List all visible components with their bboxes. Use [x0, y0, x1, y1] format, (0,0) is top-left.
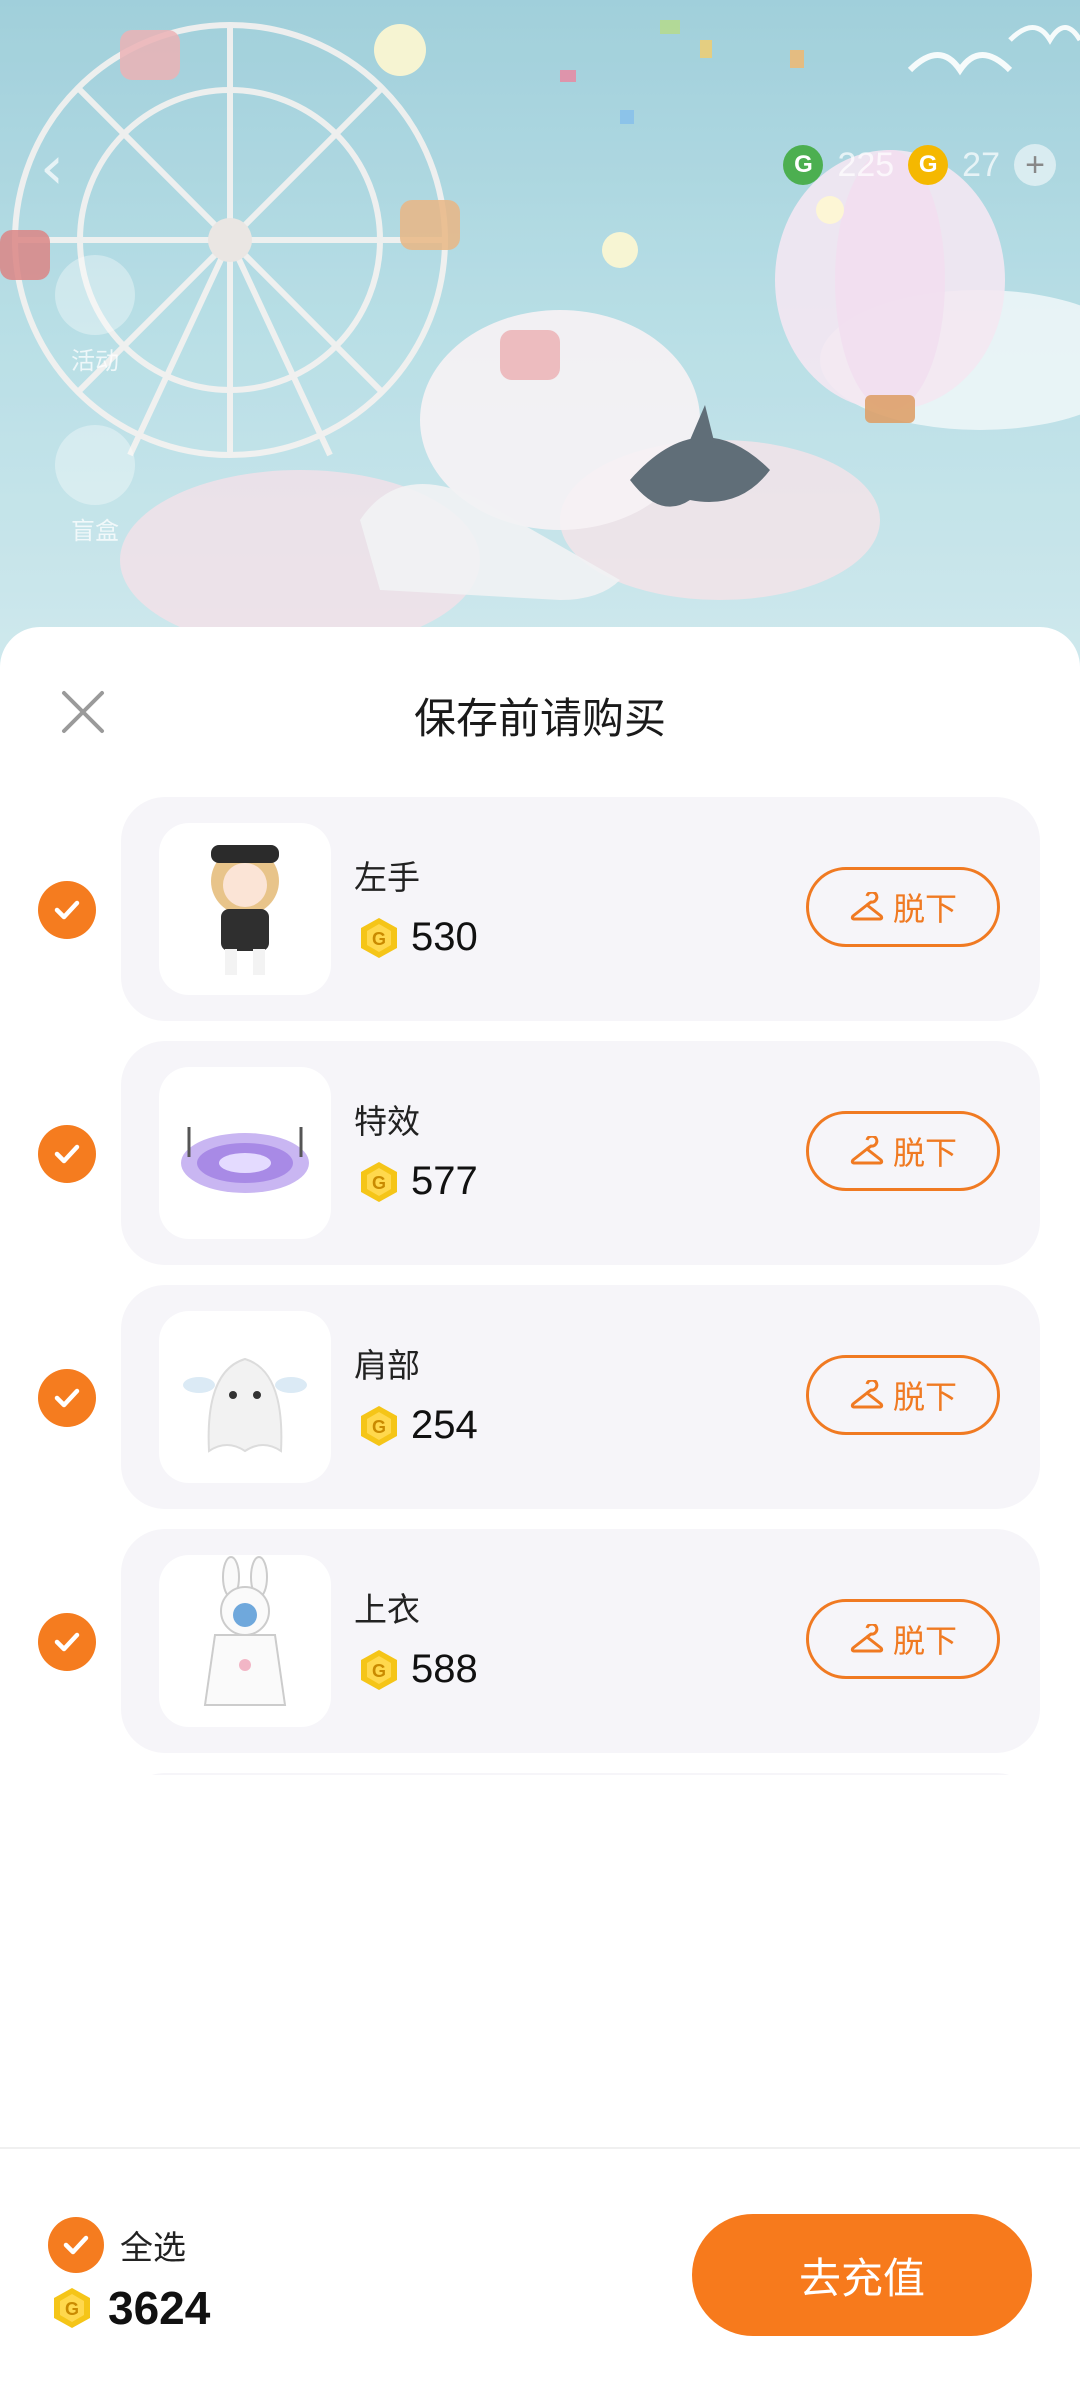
side-menu-blind-box[interactable]: 盲盒 [40, 425, 150, 546]
check-icon [54, 1144, 80, 1164]
take-off-button[interactable]: 脱下 [806, 1111, 1000, 1191]
take-off-label: 脱下 [892, 890, 957, 928]
balloon-icon [55, 255, 135, 335]
game-background: ‹ G 225 G 27 + 活动 盲盒 [0, 0, 1080, 700]
total-price: G 3624 [50, 2281, 210, 2335]
item-price-value: 588 [411, 1647, 478, 1691]
item-card: 鞋子 G 577 脱下 [121, 1773, 1040, 1775]
item-card: 肩部 G 254 脱下 [121, 1285, 1040, 1509]
select-all-checkbox[interactable] [48, 2217, 104, 2273]
recharge-button[interactable]: 去充值 [692, 2214, 1032, 2336]
gift-box-icon [55, 425, 135, 505]
hanger-icon [850, 1136, 884, 1165]
list-item: 上衣 G 588 脱下 [0, 1529, 1080, 1753]
coin-icon: G [54, 2288, 90, 2328]
add-currency-icon[interactable]: + [1014, 144, 1056, 186]
item-name: 特效 [354, 1102, 420, 1141]
coin-icon: G [361, 1161, 397, 1202]
item-thumbnail [159, 1067, 331, 1239]
svg-text:G: G [372, 1173, 386, 1193]
take-off-label: 脱下 [892, 1378, 957, 1416]
item-thumbnail [159, 1555, 331, 1727]
select-all-toggle[interactable]: 全选 [48, 2217, 186, 2273]
item-thumbnail [159, 1311, 331, 1483]
item-thumbnail [159, 823, 331, 995]
item-checkbox[interactable] [38, 881, 96, 939]
check-icon [54, 1632, 80, 1652]
checkout-footer: 全选 G 3624 去充值 [0, 2147, 1080, 2402]
green-currency-amount: 225 [837, 145, 895, 184]
take-off-button[interactable]: 脱下 [806, 1599, 1000, 1679]
hanger-icon [850, 1624, 884, 1653]
hanger-icon [850, 892, 884, 921]
item-checkbox[interactable] [38, 1369, 96, 1427]
coin-icon: G [361, 1649, 397, 1690]
item-card: 左手 G 530 脱下 [121, 797, 1040, 1021]
back-icon[interactable]: ‹ [40, 138, 90, 198]
sheet-title: 保存前请购买 [413, 694, 666, 743]
dim-overlay [0, 0, 1080, 700]
svg-text:G: G [65, 2299, 79, 2319]
item-price: G 254 [357, 1403, 478, 1448]
gold-currency-icon: G [908, 145, 949, 185]
item-card: 特效 G 577 脱下 [121, 1041, 1040, 1265]
select-all-label: 全选 [120, 2228, 186, 2267]
list-item: 鞋子 G 577 脱下 [0, 1773, 1080, 1775]
item-card: 上衣 G 588 脱下 [121, 1529, 1040, 1753]
purchase-sheet: 保存前请购买 左手 G 530 脱下 特效 G 577 脱下 肩部 G 254 … [0, 627, 1080, 2400]
svg-text:G: G [372, 1417, 386, 1437]
take-off-label: 脱下 [892, 1622, 957, 1660]
item-name: 上衣 [354, 1590, 420, 1629]
list-item: 左手 G 530 脱下 [0, 797, 1080, 1021]
check-icon [54, 900, 80, 920]
item-price-value: 577 [411, 1159, 478, 1203]
item-list[interactable]: 左手 G 530 脱下 特效 G 577 脱下 肩部 G 254 脱下 上衣 G… [0, 797, 1080, 1775]
item-name: 左手 [354, 858, 420, 897]
svg-text:G: G [372, 1661, 386, 1681]
take-off-button[interactable]: 脱下 [806, 867, 1000, 947]
item-name: 肩部 [354, 1346, 420, 1385]
item-price: G 530 [357, 915, 478, 960]
gold-currency-amount: 27 [962, 145, 1000, 184]
total-price-value: 3624 [108, 2282, 211, 2334]
item-checkbox[interactable] [38, 1613, 96, 1671]
item-price: G 588 [357, 1647, 478, 1692]
item-price-value: 530 [411, 915, 478, 959]
side-menu-label: 盲盒 [71, 517, 119, 545]
check-icon [63, 2235, 89, 2255]
item-price: G 577 [357, 1159, 478, 1204]
coin-icon: G [361, 917, 397, 958]
take-off-label: 脱下 [892, 1134, 957, 1172]
coin-icon: G [361, 1405, 397, 1446]
currency-bar: G 225 G 27 + [783, 140, 1056, 190]
list-item: 肩部 G 254 脱下 [0, 1285, 1080, 1509]
list-item: 特效 G 577 脱下 [0, 1041, 1080, 1265]
item-checkbox[interactable] [38, 1125, 96, 1183]
side-menu-activity[interactable]: 活动 [40, 255, 150, 376]
take-off-button[interactable]: 脱下 [806, 1355, 1000, 1435]
side-menu-label: 活动 [71, 347, 119, 375]
check-icon [54, 1388, 80, 1408]
svg-text:G: G [372, 929, 386, 949]
item-price-value: 254 [411, 1403, 478, 1447]
hanger-icon [850, 1380, 884, 1409]
green-currency-icon: G [783, 145, 824, 185]
